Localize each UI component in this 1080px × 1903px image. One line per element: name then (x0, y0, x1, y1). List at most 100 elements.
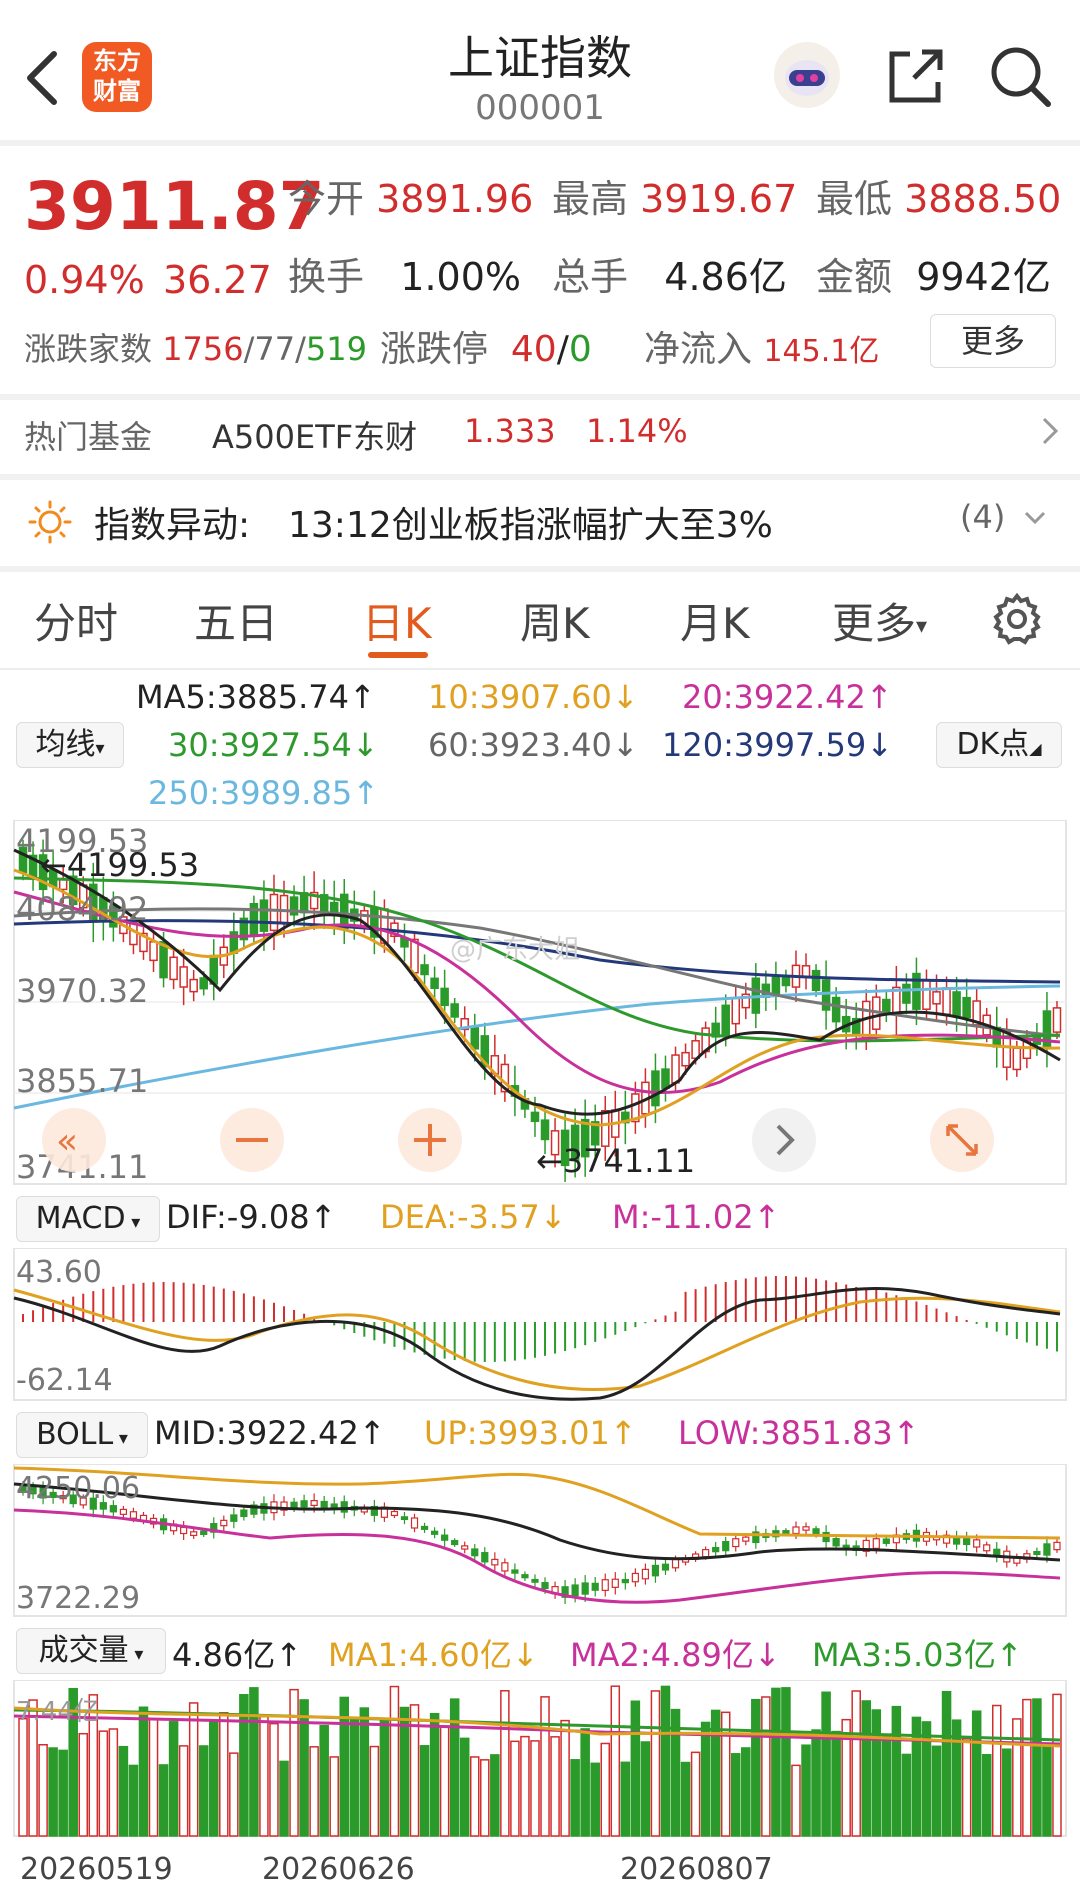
breadth-field: 涨跌家数 1756/77/519 (24, 330, 367, 368)
volume-bar (530, 1740, 540, 1837)
volume-selector[interactable]: 成交量 ▾ (16, 1628, 166, 1674)
tab-more[interactable]: 更多▾ (832, 590, 927, 651)
volume-bar (178, 1745, 189, 1837)
volume-bar (590, 1762, 600, 1837)
volume-bar (640, 1741, 651, 1837)
volume-bar (791, 1764, 801, 1837)
volume-bar (620, 1761, 631, 1837)
volume-bar (660, 1685, 671, 1837)
volume-bar (1052, 1693, 1062, 1837)
volume-bar (600, 1742, 611, 1837)
volume-bar (1012, 1718, 1022, 1837)
volume-bar (78, 1732, 89, 1837)
ma120-legend: 120:3997.59↓ (662, 726, 893, 764)
volume-bar (891, 1705, 902, 1837)
volume-bar (901, 1753, 912, 1837)
volume-ma1: MA1:4.60亿↓ (328, 1636, 539, 1674)
low-marker: ←3741.11 (536, 1142, 695, 1180)
settings-gear-icon[interactable] (990, 592, 1044, 650)
volume-bar (680, 1761, 691, 1837)
volume-bar (730, 1753, 741, 1837)
volume-bar (319, 1724, 329, 1837)
boll-chart[interactable]: 4250.06 3722.29 (0, 1464, 1080, 1620)
volume-bar (188, 1702, 199, 1837)
volume-bar (108, 1728, 119, 1837)
search-icon[interactable] (988, 44, 1054, 110)
tab-weekly-k[interactable]: 周K (520, 590, 590, 651)
volume-bar (570, 1759, 580, 1837)
macd-chart[interactable]: 43.60 -62.14 (0, 1248, 1080, 1404)
volume-field: 总手 4.86亿 (552, 255, 787, 299)
tab-five-day[interactable]: 五日 (194, 590, 278, 651)
volume-bar (118, 1745, 129, 1837)
volume-bar (1002, 1748, 1012, 1837)
zoom-out-button[interactable] (220, 1108, 284, 1172)
volume-bar (469, 1756, 480, 1837)
volume-bar (781, 1687, 791, 1837)
ma30-legend: 30:3927.54↓ (168, 726, 379, 764)
volume-bar (168, 1721, 179, 1837)
boll-selector[interactable]: BOLL ▾ (16, 1412, 148, 1458)
scroll-left-button[interactable]: « (42, 1108, 106, 1172)
volume-ma3: MA3:5.03亿↑ (812, 1636, 1023, 1674)
volume-bar (690, 1751, 701, 1837)
volume-bar (48, 1747, 58, 1837)
volume-bar (208, 1719, 219, 1837)
volume-bar (309, 1746, 319, 1837)
tab-daily-k[interactable]: 日K (362, 590, 432, 651)
macd-y-high: 43.60 (16, 1255, 102, 1290)
dk-point-button[interactable]: DK点◢ (936, 722, 1062, 768)
volume-bar (1042, 1745, 1052, 1837)
volume-bar (851, 1690, 861, 1837)
ma5-legend: MA5:3885.74↑ (136, 678, 376, 716)
volume-bar (761, 1696, 771, 1837)
volume-bar (219, 1712, 229, 1837)
kline-chart[interactable]: 4199.53 4084.92 3970.32 3855.71 3741.11 … (0, 820, 1080, 1190)
volume-bar (369, 1745, 380, 1837)
change-percent: 0.94% (24, 258, 145, 302)
zoom-in-button[interactable] (398, 1108, 462, 1172)
volume-bar (981, 1753, 992, 1837)
volume-chart[interactable]: 7.44亿 (0, 1680, 1080, 1840)
tab-intraday[interactable]: 分时 (34, 590, 118, 651)
volume-bar (520, 1735, 530, 1837)
volume-y-max: 7.44亿 (16, 1697, 100, 1727)
index-alert-row[interactable]: 指数异动: 13:12创业板指涨幅扩大至3% (4) (0, 480, 1080, 560)
current-price: 3911.87 (24, 168, 325, 245)
high-marker: ←4199.53 (40, 846, 199, 884)
volume-bar (741, 1747, 751, 1837)
sun-icon (28, 500, 72, 548)
volume-bar (439, 1725, 450, 1837)
volume-bar (550, 1736, 560, 1837)
volume-bar (991, 1704, 1002, 1837)
robot-assistant-icon[interactable] (772, 40, 842, 110)
limit-field: 涨跌停 40/0 (380, 329, 592, 370)
volume-bar (490, 1754, 500, 1837)
volume-bar (128, 1764, 139, 1837)
volume-bar (751, 1698, 761, 1837)
macd-y-low: -62.14 (16, 1363, 113, 1398)
hot-fund-row[interactable]: 热门基金 A500ETF东财 1.333 1.14% (0, 400, 1080, 470)
ma-selector[interactable]: 均线▾ (16, 722, 124, 768)
boll-low: LOW:3851.83↑ (678, 1414, 920, 1452)
back-icon[interactable] (22, 48, 62, 108)
volume-bar (138, 1706, 149, 1837)
ma250-legend: 250:3989.85↑ (148, 774, 379, 812)
more-button[interactable]: 更多 (930, 314, 1056, 368)
volume-bar (811, 1729, 821, 1837)
volume-bar (419, 1745, 430, 1837)
boll-up: UP:3993.01↑ (424, 1414, 637, 1452)
tab-monthly-k[interactable]: 月K (680, 590, 750, 651)
volume-bar (961, 1738, 972, 1837)
volume-bar (349, 1717, 360, 1837)
fullscreen-button[interactable] (930, 1108, 994, 1172)
share-icon[interactable] (884, 44, 948, 108)
scroll-right-button[interactable] (752, 1108, 816, 1172)
volume-bar (148, 1718, 159, 1837)
volume-bar (229, 1752, 239, 1837)
volume-bar (871, 1709, 882, 1837)
macd-selector[interactable]: MACD ▾ (16, 1196, 160, 1242)
x-tick-1: 20260519 (20, 1852, 173, 1887)
low-field: 最低 3888.50 (816, 177, 1062, 221)
volume-bar (480, 1759, 490, 1837)
